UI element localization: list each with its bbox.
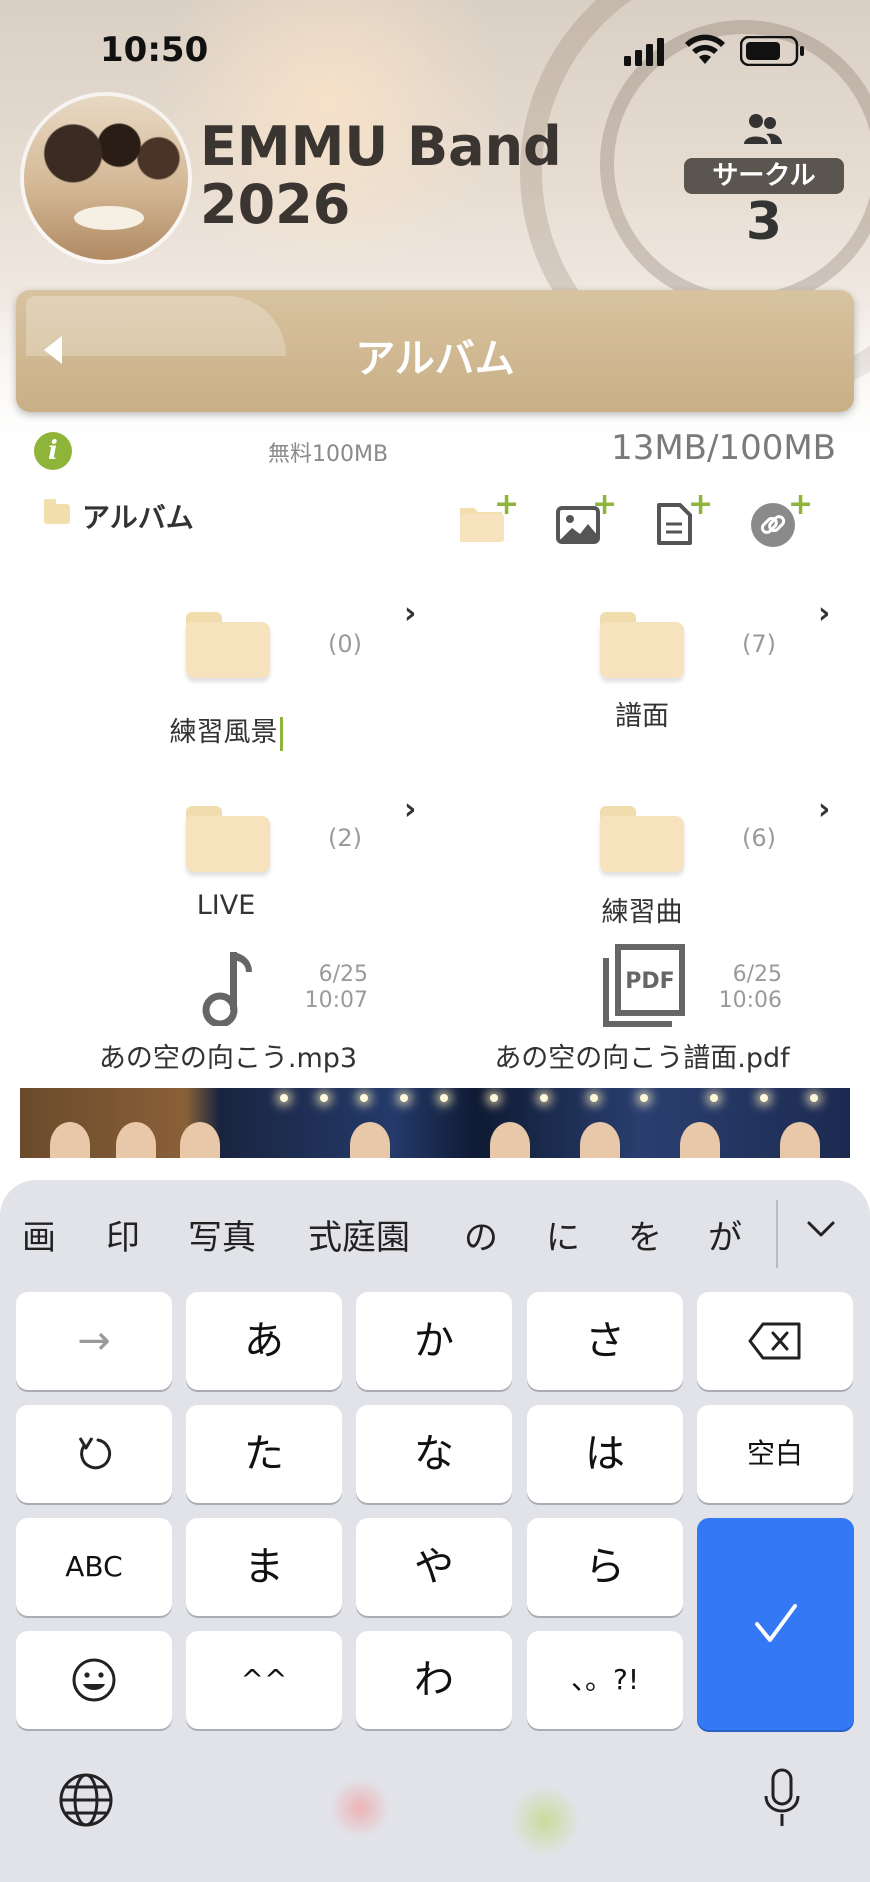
folder-count: (7) [742,630,776,658]
key-a[interactable]: あ [186,1292,342,1390]
key-ra[interactable]: ら [527,1518,683,1616]
emoji-icon [72,1658,116,1702]
key-emoji[interactable] [16,1631,172,1729]
band-avatar[interactable] [24,96,188,260]
status-time: 10:50 [100,30,209,70]
key-punctuation[interactable]: 、。?! [527,1631,683,1729]
key-ya[interactable]: や [356,1518,512,1616]
candidate-word[interactable]: 印 [106,1210,140,1259]
key-ka[interactable]: か [356,1292,512,1390]
folder-icon [600,806,684,872]
add-image-button[interactable]: + [552,490,617,550]
key-kaomoji[interactable]: ^^ [186,1631,342,1729]
folder-name: LIVE [196,890,256,921]
candidate-divider [776,1200,778,1268]
candidate-word[interactable]: 式庭園 [308,1210,410,1259]
key-arrow[interactable]: → [16,1292,172,1390]
signal-icon [624,38,664,66]
blurred-background [330,1778,390,1838]
file-name: あの空の向こう譜面.pdf [494,1043,790,1074]
microphone-icon[interactable] [762,1768,802,1830]
candidate-word[interactable]: が [708,1210,742,1259]
text-cursor [279,716,283,751]
candidate-word[interactable]: に [546,1210,580,1259]
album-bar-title: アルバム [355,336,515,382]
add-link-button[interactable]: + [748,490,813,550]
key-na[interactable]: な [356,1405,512,1503]
candidate-word[interactable]: 画 [22,1210,56,1259]
music-note-icon [202,952,252,1026]
backspace-icon [748,1322,801,1360]
checkmark-icon [755,1604,797,1642]
folder-count: (2) [328,824,362,852]
circle-count: 3 [745,192,783,252]
candidate-word[interactable]: を [628,1210,662,1259]
candidate-word[interactable]: の [464,1210,498,1259]
chevron-right-icon[interactable]: › [404,792,416,827]
photo-thumbnail-strip[interactable] [20,1088,850,1158]
key-sa[interactable]: さ [527,1292,683,1390]
new-folder-button[interactable]: + [454,490,519,550]
file-date: 6/25 10:07 [304,962,368,1013]
chevron-right-icon[interactable]: › [404,596,416,631]
folder-icon [44,499,70,524]
key-space[interactable]: 空白 [697,1405,853,1503]
file-name: あの空の向こう.mp3 [98,1043,358,1074]
folder-icon [186,612,270,678]
candidate-word[interactable]: 写真 [188,1210,256,1259]
key-undo[interactable] [16,1405,172,1503]
chevron-right-icon[interactable]: › [818,596,830,631]
battery-icon [740,36,804,66]
folder-icon [600,612,684,678]
folder-count: (0) [328,630,362,658]
storage-usage: 13MB/100MB [611,428,836,468]
key-ha[interactable]: は [527,1405,683,1503]
key-wa[interactable]: わ [356,1631,512,1729]
key-ta[interactable]: た [186,1405,342,1503]
folder-name: 譜面 [615,701,669,732]
storage-plan-label: 無料100MB [268,442,389,467]
add-document-button[interactable]: + [650,490,713,550]
file-date: 6/25 10:06 [718,962,782,1013]
members-icon[interactable] [742,112,782,148]
band-name: EMMU Band 2026 [200,115,562,236]
breadcrumb: アルバム [82,501,194,534]
globe-icon[interactable] [58,1772,114,1828]
key-backspace[interactable] [697,1292,853,1390]
undo-icon [78,1437,112,1470]
key-enter[interactable] [697,1518,854,1730]
svg-text:PDF: PDF [625,969,674,994]
folder-name: 練習風景 [76,710,376,751]
circle-badge[interactable]: サークル [684,158,844,194]
wifi-icon [685,34,725,64]
blurred-background [510,1786,580,1856]
info-icon[interactable]: i [34,432,72,470]
chevron-down-icon[interactable] [806,1214,836,1244]
key-ma[interactable]: ま [186,1518,342,1616]
key-abc[interactable]: ABC [16,1518,172,1616]
folder-icon [186,806,270,872]
folder-count: (6) [742,824,776,852]
folder-name: 練習曲 [601,897,683,928]
chevron-right-icon[interactable]: › [818,792,830,827]
